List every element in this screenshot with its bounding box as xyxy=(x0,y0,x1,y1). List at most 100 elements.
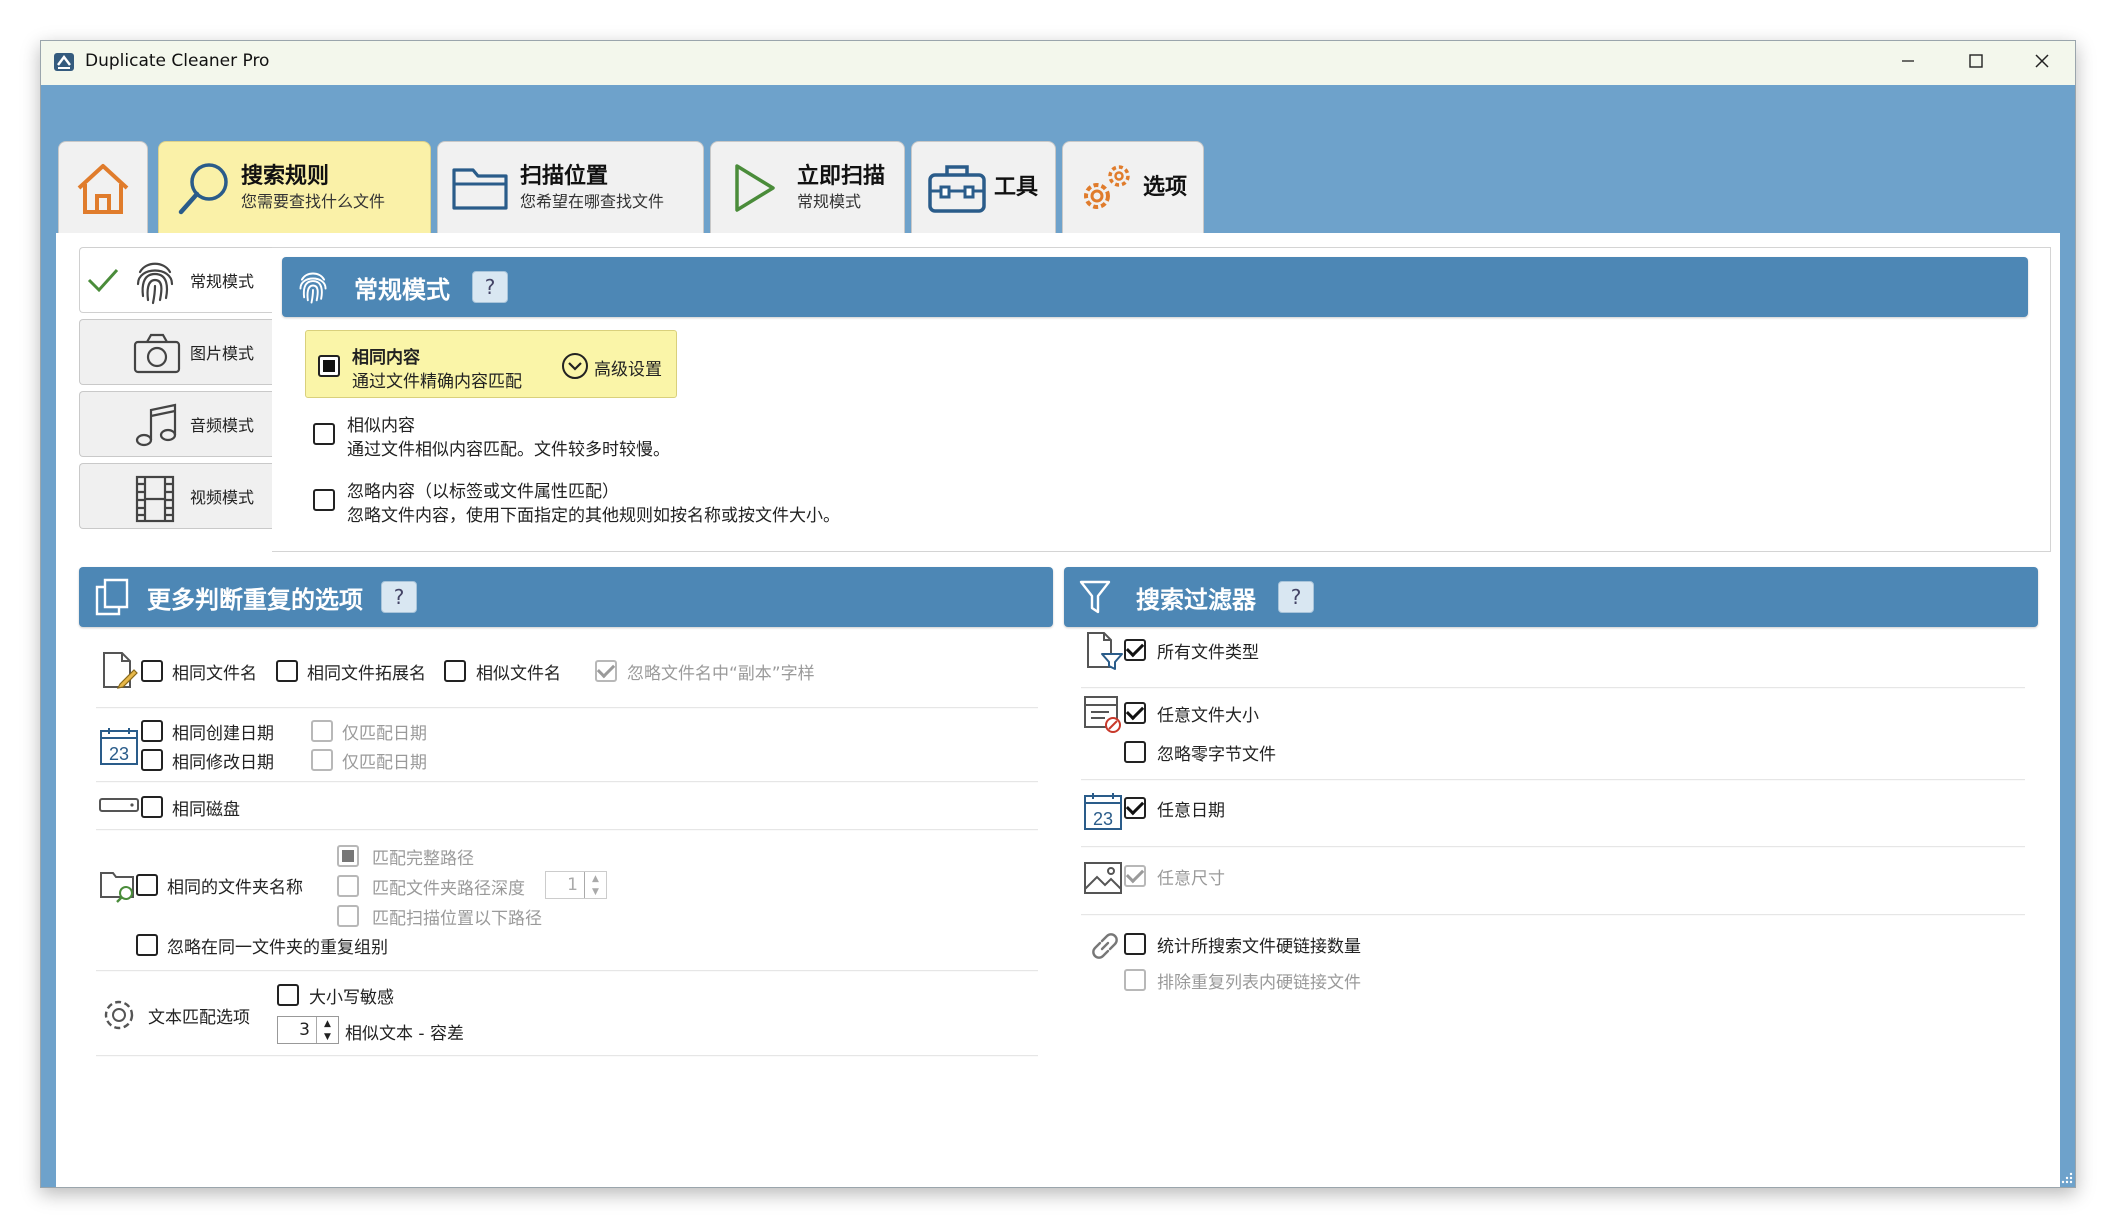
match-below-scan-checkbox[interactable] xyxy=(337,905,359,927)
match-folder-depth-label: 匹配文件夹路径深度 xyxy=(372,879,525,899)
minimize-button[interactable] xyxy=(1873,41,1943,85)
same-filename-checkbox[interactable] xyxy=(141,660,163,682)
advanced-settings-link[interactable]: 高级设置 xyxy=(594,355,662,380)
text-match-options-label: 文本匹配选项 xyxy=(148,1008,250,1028)
count-hardlinks-checkbox[interactable] xyxy=(1124,933,1146,955)
ignore-zero-byte-label: 忽略零字节文件 xyxy=(1157,745,1276,765)
file-filter-icon xyxy=(1084,630,1124,674)
stepper-down-icon[interactable]: ▼ xyxy=(317,1030,338,1043)
tab-title: 工具 xyxy=(994,174,1039,200)
option-title: 相似内容 xyxy=(347,416,415,436)
help-button[interactable]: ? xyxy=(472,271,508,303)
same-extension-checkbox[interactable] xyxy=(276,660,298,682)
link-icon xyxy=(1087,928,1123,968)
divider xyxy=(96,970,1038,972)
any-dimension-label: 任意尺寸 xyxy=(1157,869,1225,889)
stepper-value: 1 xyxy=(567,875,578,895)
same-disk-label: 相同磁盘 xyxy=(172,800,240,820)
toolbox-icon xyxy=(926,161,988,215)
maximize-button[interactable] xyxy=(1941,41,2011,85)
tab-home[interactable] xyxy=(58,141,148,233)
tab-subtitle: 常规模式 xyxy=(797,191,862,211)
modified-date-only-checkbox[interactable] xyxy=(311,749,333,771)
tab-title: 选项 xyxy=(1143,174,1188,200)
all-file-types-label: 所有文件类型 xyxy=(1157,643,1259,663)
any-file-size-checkbox[interactable] xyxy=(1124,702,1146,724)
same-folder-name-checkbox[interactable] xyxy=(136,874,158,896)
stepper-down-icon[interactable]: ▼ xyxy=(585,885,606,898)
music-note-icon xyxy=(132,402,180,454)
any-dimension-checkbox[interactable] xyxy=(1124,865,1146,887)
similar-content-checkbox[interactable] xyxy=(313,423,335,445)
match-full-path-checkbox[interactable] xyxy=(337,845,359,867)
match-folder-depth-checkbox[interactable] xyxy=(337,875,359,897)
similar-text-tolerance-label: 相似文本 - 容差 xyxy=(345,1024,464,1044)
any-file-size-label: 任意文件大小 xyxy=(1157,706,1259,726)
help-button[interactable]: ? xyxy=(1278,581,1314,613)
calendar-day: 23 xyxy=(109,744,129,764)
file-rename-icon xyxy=(100,650,140,694)
tab-scan-location[interactable]: 扫描位置 您希望在哪查找文件 xyxy=(437,141,704,233)
app-logo-icon xyxy=(53,51,75,77)
normal-mode-header: 常规模式 ? xyxy=(282,257,2028,317)
similar-text-tolerance-stepper[interactable]: 3 ▲ ▼ xyxy=(277,1016,339,1044)
mode-label: 常规模式 xyxy=(190,272,255,291)
exclude-hardlinks-checkbox[interactable] xyxy=(1124,969,1146,991)
more-options-header: 更多判断重复的选项 ? xyxy=(79,567,1053,627)
close-button[interactable] xyxy=(2007,41,2075,85)
created-date-only-checkbox[interactable] xyxy=(311,720,333,742)
same-created-date-checkbox[interactable] xyxy=(141,720,163,742)
ignore-copy-checkbox[interactable] xyxy=(595,660,617,682)
stepper-up-icon[interactable]: ▲ xyxy=(585,872,606,885)
maximize-icon xyxy=(1968,53,1984,73)
check-icon xyxy=(86,266,120,298)
divider xyxy=(1081,846,2025,848)
divider xyxy=(96,781,1038,783)
folder-depth-stepper[interactable]: 1 ▲ ▼ xyxy=(545,871,607,899)
mode-image[interactable]: 图片模式 xyxy=(79,319,272,385)
divider xyxy=(1081,779,2025,781)
exclude-hardlinks-label: 排除重复列表内硬链接文件 xyxy=(1157,973,1361,993)
resize-grip-icon[interactable] xyxy=(2059,1171,2073,1187)
minimize-icon xyxy=(1900,53,1916,73)
same-filename-label: 相同文件名 xyxy=(172,664,257,684)
case-sensitive-checkbox[interactable] xyxy=(277,984,299,1006)
same-content-checkbox[interactable] xyxy=(318,355,340,377)
same-modified-date-checkbox[interactable] xyxy=(141,749,163,771)
tab-subtitle: 您需要查找什么文件 xyxy=(241,191,386,211)
window-title: Duplicate Cleaner Pro xyxy=(85,51,270,71)
camera-icon xyxy=(132,330,182,380)
same-content-option[interactable]: 相同内容 通过文件精确内容匹配 高级设置 xyxy=(305,330,677,398)
count-hardlinks-label: 统计所搜索文件硬链接数量 xyxy=(1157,937,1361,957)
same-disk-checkbox[interactable] xyxy=(141,796,163,818)
any-date-checkbox[interactable] xyxy=(1124,797,1146,819)
tab-tools[interactable]: 工具 xyxy=(911,141,1056,233)
tab-title: 立即扫描 xyxy=(797,163,886,189)
all-file-types-checkbox[interactable] xyxy=(1124,639,1146,661)
help-button[interactable]: ? xyxy=(381,581,417,613)
section-title: 搜索过滤器 xyxy=(1136,585,1256,614)
app-window: Duplicate Cleaner Pro 搜索规则 您需要查找什么文件 扫描位… xyxy=(40,40,2076,1188)
fingerprint-icon xyxy=(296,267,330,307)
ignore-content-checkbox[interactable] xyxy=(313,489,335,511)
option-title: 相同内容 xyxy=(352,348,420,368)
chevron-down-icon[interactable] xyxy=(561,352,589,384)
mode-normal[interactable]: 常规模式 xyxy=(79,247,272,313)
similar-filename-checkbox[interactable] xyxy=(444,660,466,682)
play-icon xyxy=(731,162,779,214)
gear-icon xyxy=(99,995,139,1039)
tab-search-rules[interactable]: 搜索规则 您需要查找什么文件 xyxy=(158,141,431,233)
option-desc: 忽略文件内容，使用下面指定的其他规则如按名称或按文件大小。 xyxy=(347,506,840,526)
title-bar: Duplicate Cleaner Pro xyxy=(41,41,2075,85)
tab-title: 扫描位置 xyxy=(520,163,609,189)
mode-audio[interactable]: 音频模式 xyxy=(79,391,272,457)
disk-icon xyxy=(99,796,139,818)
tab-title: 搜索规则 xyxy=(241,163,330,189)
tab-options[interactable]: 选项 xyxy=(1062,141,1204,233)
stepper-up-icon[interactable]: ▲ xyxy=(317,1017,338,1030)
ignore-zero-byte-checkbox[interactable] xyxy=(1124,741,1146,763)
mode-video[interactable]: 视频模式 xyxy=(79,463,272,529)
mode-label: 音频模式 xyxy=(190,416,255,435)
ignore-same-folder-checkbox[interactable] xyxy=(136,934,158,956)
tab-scan-now[interactable]: 立即扫描 常规模式 xyxy=(710,141,905,233)
